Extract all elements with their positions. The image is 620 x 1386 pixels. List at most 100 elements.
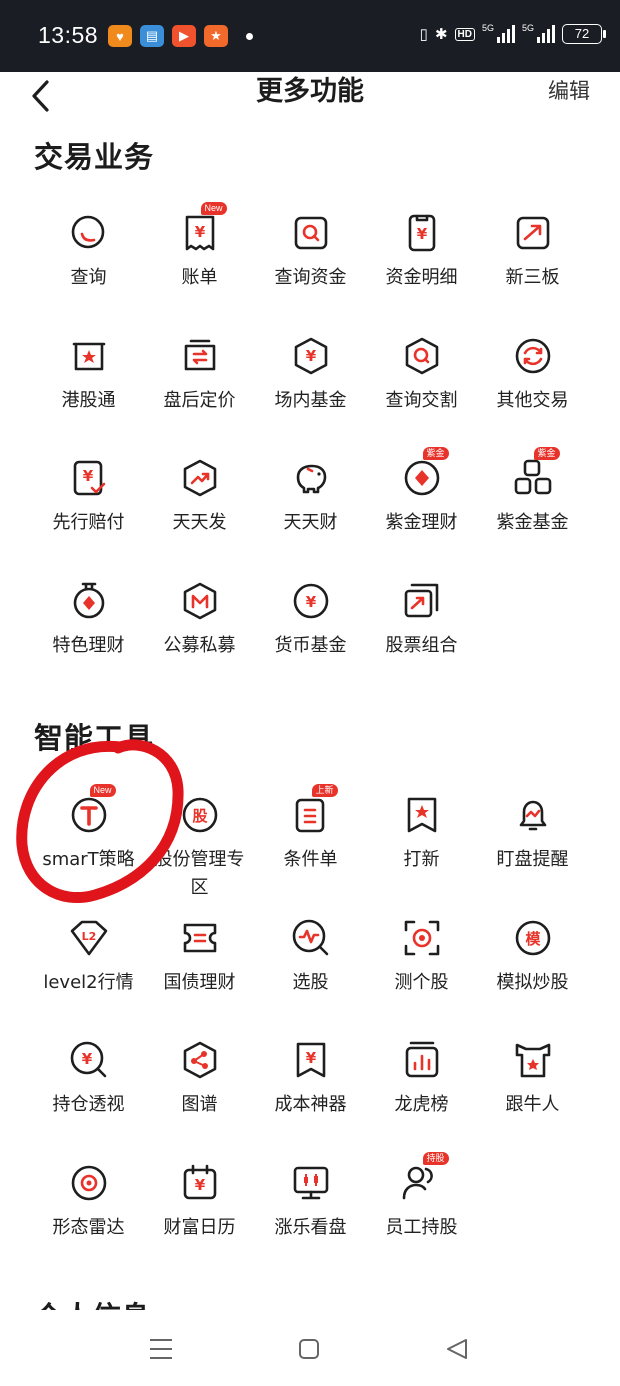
conditional-order-icon: 上新: [290, 784, 338, 836]
feature-item-position-insight[interactable]: ¥ 持仓透视: [33, 1013, 144, 1136]
settlement-query-icon: [401, 335, 443, 377]
trading-grid: 查询 ¥ New 账单 查询资金 ¥ 资金明细 新三板 港股通 盘后定价 ¥ 场内基金 查询交割 其他交易…: [33, 186, 588, 677]
feature-item-hk-connect[interactable]: 港股通: [33, 309, 144, 432]
feature-item-stock-portfolio[interactable]: 股票组合: [366, 554, 477, 677]
feature-item-search-query[interactable]: 查询: [33, 186, 144, 309]
edit-button[interactable]: 编辑: [548, 72, 590, 110]
feature-item-zijin-fund[interactable]: 紫金紫金基金: [477, 431, 588, 554]
feature-item-settlement-query[interactable]: 查询交割: [366, 309, 477, 432]
feature-item-stock-screener[interactable]: 选股: [255, 891, 366, 1014]
feature-label: level2行情: [43, 971, 134, 993]
feature-label: 条件单: [283, 849, 338, 870]
level2-quotes-icon: L2: [68, 917, 110, 959]
feature-item-public-private-fund[interactable]: 公募私募: [144, 554, 255, 677]
feature-item-pattern-radar[interactable]: 形态雷达: [33, 1136, 144, 1259]
feature-label: 资金明细: [385, 267, 458, 288]
network-type-1: 5G: [481, 23, 494, 33]
feature-label: 天天发: [172, 512, 227, 534]
employee-holdings-icon: 持股: [401, 1152, 449, 1204]
feature-label: 其他交易: [496, 389, 569, 411]
zijin-fund-icon: 紫金: [512, 447, 560, 499]
feature-label: 模拟炒股: [496, 971, 569, 993]
smart-t-strategy-icon: New: [68, 784, 116, 836]
feature-label: 成本神器: [274, 1094, 347, 1116]
section-title-smart-tools: 智能工具: [34, 721, 155, 755]
feature-item-market-alert-bell[interactable]: 盯盘提醒: [477, 768, 588, 891]
other-trade-icon: [512, 335, 554, 377]
feature-label: 特色理财: [52, 635, 125, 657]
battery-icon: 72: [562, 24, 606, 44]
feature-item-after-hours-pricing[interactable]: 盘后定价: [144, 309, 255, 432]
feature-item-cost-tool[interactable]: ¥ 成本神器: [255, 1013, 366, 1136]
back-nav-button[interactable]: [442, 1336, 472, 1362]
simulated-trading-icon: 模: [512, 917, 554, 959]
feature-label: 查询: [70, 267, 107, 288]
feature-label: 财富日历: [163, 1217, 236, 1239]
position-insight-icon: ¥: [68, 1039, 110, 1081]
home-button[interactable]: [294, 1336, 324, 1362]
feature-item-wealth-calendar[interactable]: ¥ 财富日历: [144, 1136, 255, 1259]
feature-item-conditional-order[interactable]: 上新条件单: [255, 768, 366, 891]
feature-label: 形态雷达: [52, 1217, 125, 1239]
feature-badge: New: [89, 784, 116, 797]
svg-text:股: 股: [192, 807, 208, 825]
feature-item-fund-detail[interactable]: ¥ 资金明细: [366, 186, 477, 309]
feature-item-new-third-board[interactable]: 新三板: [477, 186, 588, 309]
feature-item-featured-wealth[interactable]: 特色理财: [33, 554, 144, 677]
feature-item-follow-experts[interactable]: 跟牛人: [477, 1013, 588, 1136]
feature-item-bill[interactable]: ¥ New 账单: [144, 186, 255, 309]
feature-badge: New: [200, 202, 227, 215]
feature-item-piggy-bank[interactable]: 天天财: [255, 431, 366, 554]
feature-item-money-fund[interactable]: ¥ 货币基金: [255, 554, 366, 677]
feature-item-exchange-fund[interactable]: ¥ 场内基金: [255, 309, 366, 432]
feature-item-smart-t-strategy[interactable]: New smarT策略: [33, 768, 144, 891]
featured-wealth-icon: [68, 580, 110, 622]
feature-label: 紫金基金: [496, 512, 569, 534]
knowledge-graph-icon: [179, 1039, 221, 1081]
public-private-fund-icon: [179, 580, 221, 622]
feature-label: 国债理财: [163, 971, 236, 993]
feature-label: 龙虎榜: [394, 1094, 449, 1116]
money-fund-icon: ¥: [290, 580, 332, 622]
page-title: 更多功能: [256, 76, 364, 107]
feature-item-treasury-bond[interactable]: 国债理财: [144, 891, 255, 1014]
feature-item-simulated-trading[interactable]: 模模拟炒股: [477, 891, 588, 1014]
menu-button[interactable]: [146, 1336, 176, 1362]
svg-text:¥: ¥: [194, 1176, 205, 1194]
treasury-bond-icon: [179, 917, 221, 959]
feature-label: 公募私募: [163, 635, 236, 657]
feature-label: 港股通: [61, 389, 116, 411]
feature-item-advance-compensation[interactable]: ¥ 先行赔付: [33, 431, 144, 554]
after-hours-pricing-icon: [179, 335, 221, 377]
advance-compensation-icon: ¥: [68, 457, 110, 499]
feature-item-other-trade[interactable]: 其他交易: [477, 309, 588, 432]
feature-label: 盘后定价: [163, 389, 236, 411]
feature-label: 天天财: [283, 512, 338, 534]
feature-badge: 持股: [422, 1152, 449, 1166]
feature-label: 股票组合: [385, 635, 458, 657]
svg-text:¥: ¥: [305, 347, 316, 365]
feature-item-daily-growth[interactable]: 天天发: [144, 431, 255, 554]
app-heart-icon: ♥: [108, 25, 132, 47]
feature-item-stock-diagnosis[interactable]: 测个股: [366, 891, 477, 1014]
network-type-2: 5G: [521, 23, 534, 33]
feature-item-level2-quotes[interactable]: L2 level2行情: [33, 891, 144, 1014]
feature-item-knowledge-graph[interactable]: 图谱: [144, 1013, 255, 1136]
feature-item-fund-search[interactable]: 查询资金: [255, 186, 366, 309]
feature-item-market-watch[interactable]: 涨乐看盘: [255, 1136, 366, 1259]
system-nav-bar: [0, 1310, 620, 1386]
feature-label: 新三板: [505, 267, 560, 288]
share-management-icon: 股: [179, 794, 221, 836]
feature-item-ipo-subscribe[interactable]: 打新: [366, 768, 477, 891]
piggy-bank-icon: [290, 457, 332, 499]
pattern-radar-icon: [68, 1162, 110, 1204]
svg-text:¥: ¥: [305, 593, 316, 611]
feature-badge: 紫金: [422, 447, 449, 461]
feature-item-zijin-wealth[interactable]: 紫金 紫金理财: [366, 431, 477, 554]
section-title-trading: 交易业务: [34, 140, 155, 174]
hk-connect-icon: [68, 335, 110, 377]
feature-item-share-management[interactable]: 股股份管理专区: [144, 768, 255, 898]
feature-item-employee-holdings[interactable]: 持股 员工持股: [366, 1136, 477, 1259]
signal-icon-2: [537, 25, 555, 43]
feature-item-dragon-tiger-list[interactable]: 龙虎榜: [366, 1013, 477, 1136]
